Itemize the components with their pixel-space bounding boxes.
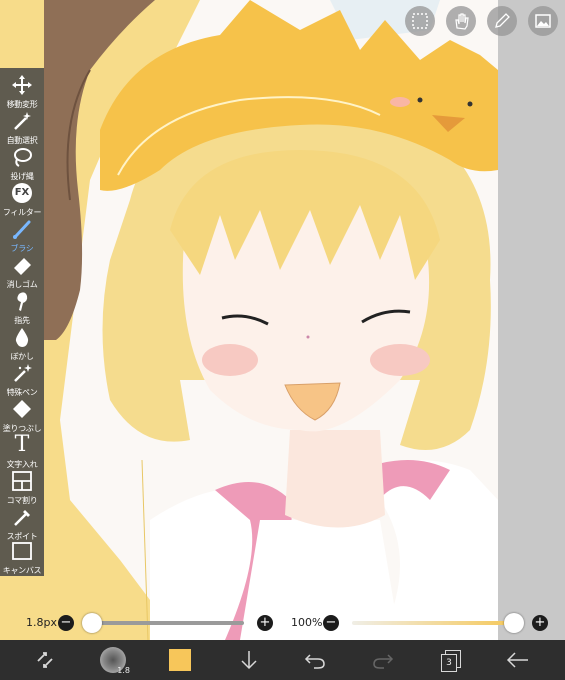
canvas-outer-area <box>498 0 565 640</box>
frame-icon <box>10 470 34 492</box>
brush-icon <box>10 218 34 240</box>
opacity-plus-button[interactable]: + <box>532 615 548 631</box>
eraser-icon <box>10 254 34 276</box>
redo-button[interactable] <box>370 646 396 674</box>
brush-size-minus-button[interactable]: − <box>58 615 74 631</box>
eyedropper-icon <box>10 506 34 528</box>
image-icon <box>535 14 551 28</box>
brush-preview-size: 1.8 <box>117 666 130 675</box>
undo-button[interactable] <box>302 646 328 674</box>
canvas-icon <box>10 540 34 562</box>
brush-size-slider[interactable] <box>92 621 244 625</box>
hand-icon <box>455 13 469 30</box>
current-color-swatch <box>169 649 191 671</box>
bucket-icon <box>10 398 34 420</box>
drop-icon <box>10 326 34 348</box>
selection-icon <box>412 13 428 29</box>
move-icon <box>10 74 34 96</box>
back-button[interactable] <box>505 646 531 674</box>
brush-size-plus-button[interactable]: + <box>257 615 273 631</box>
color-button[interactable] <box>167 646 193 674</box>
layers-icon: 3 <box>441 650 461 672</box>
opacity-minus-button[interactable]: − <box>323 615 339 631</box>
text-icon: T <box>14 432 30 457</box>
drawing-canvas[interactable] <box>0 0 498 640</box>
brush-preview-icon: 1.8 <box>100 647 130 675</box>
arrow-left-icon <box>506 652 528 668</box>
tool-sidebar: 移動変形 自動選択 投げ縄 FX フィルター ブラシ 消しゴム 指先 ぼかし 特… <box>0 68 44 576</box>
slider-row: 1.8px − + 100% − + <box>0 609 565 637</box>
opacity-value: 100% <box>291 616 323 629</box>
sparkle-pen-icon <box>10 362 34 384</box>
layer-count: 3 <box>441 654 457 672</box>
opacity-slider[interactable] <box>352 621 514 625</box>
rotate-arrows-icon <box>37 652 53 668</box>
lasso-icon <box>10 146 34 168</box>
magic-wand-icon <box>10 110 34 132</box>
artwork <box>0 0 498 640</box>
layers-button[interactable]: 3 <box>438 646 464 674</box>
selection-button[interactable] <box>405 6 435 36</box>
fx-icon: FX <box>10 182 34 204</box>
finger-icon <box>10 290 34 312</box>
tool-label: キャンバス <box>2 566 42 575</box>
hand-button[interactable] <box>446 6 476 36</box>
pen-setting-button[interactable] <box>487 6 517 36</box>
redo-icon <box>373 654 394 669</box>
transform-button[interactable] <box>30 646 60 674</box>
brush-preview-button[interactable]: 1.8 <box>98 646 130 675</box>
download-button[interactable] <box>236 646 262 674</box>
pen-icon <box>495 13 510 28</box>
bottom-toolbar: 1.8 3 <box>0 640 565 680</box>
brush-size-value: 1.8px <box>26 616 57 629</box>
opacity-thumb[interactable] <box>504 613 524 633</box>
image-button[interactable] <box>528 6 558 36</box>
arrow-down-icon <box>241 651 257 670</box>
brush-size-thumb[interactable] <box>82 613 102 633</box>
undo-icon <box>304 654 325 669</box>
tool-canvas[interactable]: キャンバス <box>0 536 44 582</box>
